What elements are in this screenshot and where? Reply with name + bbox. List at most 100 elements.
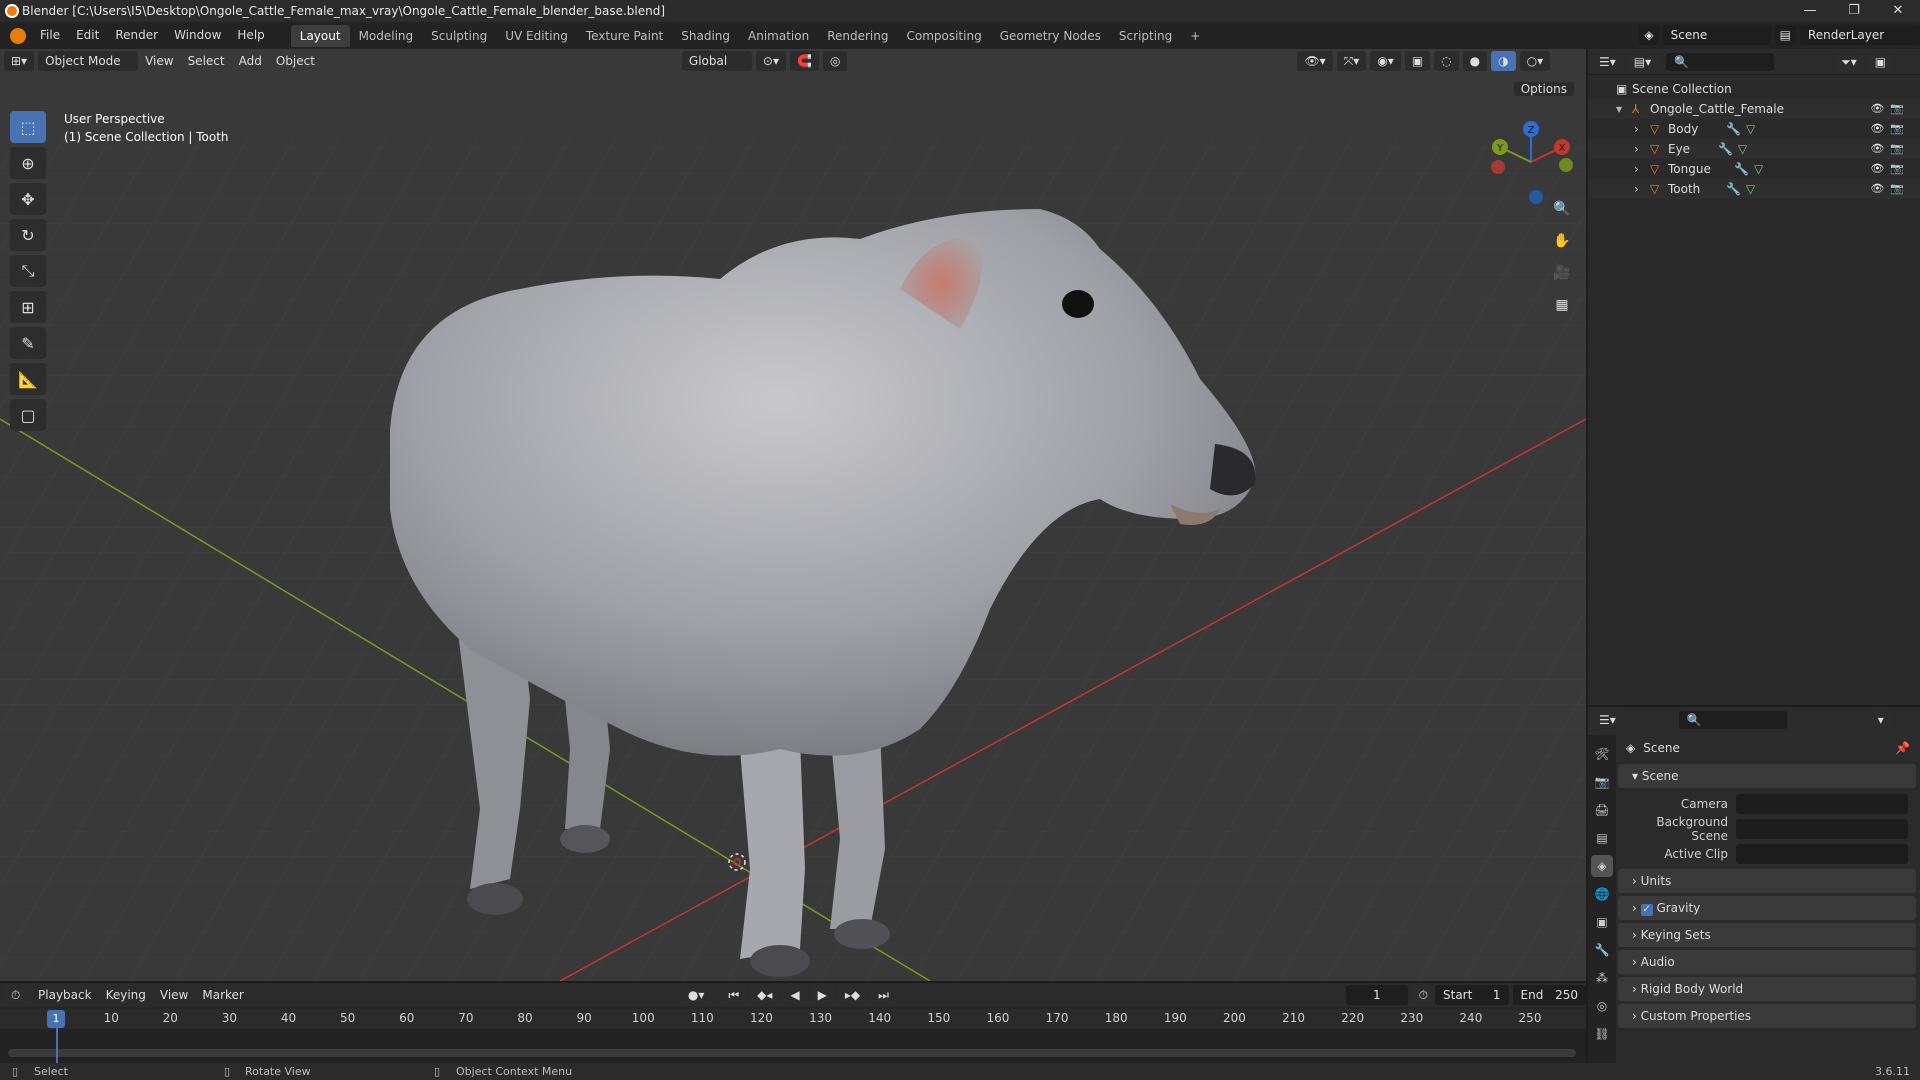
- tree-row-eye[interactable]: › ▽ Eye 🔧 ▽ 👁📷: [1588, 139, 1920, 159]
- properties-options-chevron-icon[interactable]: ▾: [1870, 710, 1891, 730]
- tab-uv-editing[interactable]: UV Editing: [496, 25, 577, 47]
- menu-select[interactable]: Select: [181, 54, 232, 68]
- mode-selector[interactable]: Object Mode: [38, 51, 139, 71]
- timeline-editor-type-button[interactable]: ⏱▾: [4, 985, 32, 1022]
- zoom-icon[interactable]: 🔍: [1548, 195, 1576, 223]
- close-window-button[interactable]: ✕: [1876, 0, 1920, 22]
- menu-marker[interactable]: Marker: [195, 988, 250, 1002]
- panel-keying-sets[interactable]: › Keying Sets: [1618, 923, 1916, 947]
- visibility-icons[interactable]: 👁📷: [1870, 179, 1910, 199]
- expand-chevron-icon[interactable]: ›: [1634, 159, 1639, 179]
- shading-wireframe-button[interactable]: ◌: [1434, 51, 1459, 71]
- tree-row-tooth[interactable]: › ▽ Tooth 🔧 ▽ 👁📷: [1588, 179, 1920, 199]
- menu-file[interactable]: File: [32, 22, 68, 49]
- panel-gravity[interactable]: › ✓ Gravity: [1618, 896, 1916, 920]
- menu-window[interactable]: Window: [166, 22, 229, 49]
- tab-animation[interactable]: Animation: [739, 25, 818, 47]
- scale-tool[interactable]: ⤡: [10, 255, 46, 287]
- rotate-tool[interactable]: ↻: [10, 219, 46, 251]
- current-frame-field[interactable]: 1: [1345, 985, 1408, 1005]
- jump-keyframe-forward-button[interactable]: ▸◆: [837, 985, 868, 1005]
- menu-render[interactable]: Render: [107, 22, 166, 49]
- expand-chevron-icon[interactable]: ›: [1634, 139, 1639, 159]
- jump-end-button[interactable]: ⏭: [871, 985, 896, 1005]
- particles-tab-icon[interactable]: ⁂: [1591, 967, 1613, 989]
- 3d-viewport[interactable]: ⊞▾ Object Mode View Select Add Object Gl…: [0, 49, 1586, 981]
- new-collection-icon[interactable]: ▣: [1867, 51, 1894, 72]
- scene-tab-icon[interactable]: ◈: [1591, 855, 1613, 877]
- constraints-tab-icon[interactable]: ⛓: [1591, 1023, 1613, 1045]
- output-tab-icon[interactable]: 🖨: [1591, 799, 1613, 821]
- tab-modeling[interactable]: Modeling: [350, 25, 423, 47]
- world-tab-icon[interactable]: 🌐: [1591, 883, 1613, 905]
- expand-chevron-icon[interactable]: ›: [1634, 179, 1639, 199]
- transform-tool[interactable]: ⊞: [10, 291, 46, 323]
- menu-playback[interactable]: Playback: [31, 988, 99, 1002]
- tab-rendering[interactable]: Rendering: [818, 25, 897, 47]
- properties-editor-type-button[interactable]: ☰▾: [1592, 710, 1623, 730]
- cursor-tool[interactable]: ⊕: [10, 147, 46, 179]
- viewport-visibility-button[interactable]: 👁▾: [1297, 51, 1333, 71]
- proportional-edit-button[interactable]: ◎: [822, 51, 848, 71]
- filter-icon[interactable]: ⏷▾: [1834, 51, 1864, 72]
- panel-custom-properties[interactable]: › Custom Properties: [1618, 1004, 1916, 1028]
- outliner-editor-type-button[interactable]: ☰▾: [1592, 51, 1623, 72]
- play-button[interactable]: ▶: [810, 985, 834, 1005]
- expand-chevron-icon[interactable]: ›: [1634, 119, 1639, 139]
- tab-geometry-nodes[interactable]: Geometry Nodes: [991, 25, 1110, 47]
- record-keyframe-button[interactable]: ●▾: [680, 985, 712, 1005]
- tab-layout[interactable]: Layout: [290, 24, 350, 47]
- editor-type-button[interactable]: ⊞▾: [4, 51, 35, 71]
- collapse-chevron-icon[interactable]: ▾: [1616, 99, 1622, 119]
- properties-search-input[interactable]: 🔍: [1678, 711, 1787, 729]
- shading-rendered-button[interactable]: ○▾: [1519, 51, 1551, 71]
- transform-orientation-selector[interactable]: Global: [681, 51, 752, 71]
- maximize-button[interactable]: ❐: [1832, 0, 1876, 22]
- menu-view[interactable]: View: [138, 54, 180, 68]
- pin-icon[interactable]: 📌: [1895, 735, 1910, 761]
- menu-help[interactable]: Help: [229, 22, 272, 49]
- play-reverse-button[interactable]: ◀: [783, 985, 807, 1005]
- panel-units[interactable]: › Units: [1618, 869, 1916, 893]
- keyframe-track[interactable]: [0, 1029, 1586, 1063]
- tab-texture-paint[interactable]: Texture Paint: [577, 25, 672, 47]
- menu-add[interactable]: Add: [232, 54, 269, 68]
- pan-hand-icon[interactable]: ✋: [1548, 227, 1576, 255]
- add-cube-tool[interactable]: ▢: [10, 399, 46, 431]
- viewport-canvas[interactable]: [0, 49, 1586, 981]
- menu-edit[interactable]: Edit: [68, 22, 107, 49]
- visibility-icons[interactable]: 👁📷: [1870, 99, 1910, 119]
- scene-section-header[interactable]: ▾ Scene: [1618, 764, 1916, 788]
- options-dropdown[interactable]: Options: [1510, 79, 1574, 99]
- snap-button[interactable]: 🧲: [790, 51, 819, 71]
- minimize-button[interactable]: —: [1788, 0, 1832, 22]
- panel-rigid-body-world[interactable]: › Rigid Body World: [1618, 977, 1916, 1001]
- select-box-tool[interactable]: ⬚: [10, 111, 46, 143]
- pivot-point-button[interactable]: ⊙▾: [755, 51, 786, 71]
- scene-icon[interactable]: ◈: [1639, 25, 1659, 45]
- frame-end-field[interactable]: End 250: [1512, 985, 1586, 1005]
- add-workspace-button[interactable]: +: [1181, 25, 1209, 47]
- view-layer-tab-icon[interactable]: ▤: [1591, 827, 1613, 849]
- grid-toggle-icon[interactable]: ▦: [1548, 291, 1576, 319]
- panel-audio[interactable]: › Audio: [1618, 950, 1916, 974]
- jump-start-button[interactable]: ⏮: [721, 985, 747, 1005]
- move-tool[interactable]: ✥: [10, 183, 46, 215]
- shading-material-button[interactable]: ◑: [1491, 51, 1516, 71]
- background-scene-field[interactable]: [1736, 818, 1908, 839]
- render-tab-icon[interactable]: 📷: [1591, 771, 1613, 793]
- gizmo-toggle-button[interactable]: ⤧▾: [1336, 51, 1367, 71]
- shading-solid-button[interactable]: ●: [1462, 51, 1488, 71]
- frame-ruler[interactable]: 10 20 30 40 50 60 70 80 90 100 110 120 130 140 150 160 1…: [0, 1009, 1586, 1029]
- object-tab-icon[interactable]: ▣: [1591, 911, 1613, 933]
- menu-object[interactable]: Object: [269, 54, 322, 68]
- preview-range-icon[interactable]: ⏱: [1411, 985, 1435, 1005]
- gravity-checkbox[interactable]: ✓: [1640, 904, 1653, 916]
- physics-tab-icon[interactable]: ◎: [1591, 995, 1613, 1017]
- modifier-tab-icon[interactable]: 🔧: [1591, 939, 1613, 961]
- tree-row-collection[interactable]: ▾ ⅄ Ongole_Cattle_Female 👁📷: [1588, 99, 1920, 119]
- overlay-toggle-button[interactable]: ◉▾: [1370, 51, 1401, 71]
- timeline-scrollbar[interactable]: [8, 1049, 1576, 1057]
- view-layer-icon[interactable]: ▤: [1774, 25, 1796, 45]
- tree-row-tongue[interactable]: › ▽ Tongue 🔧 ▽ 👁📷: [1588, 159, 1920, 179]
